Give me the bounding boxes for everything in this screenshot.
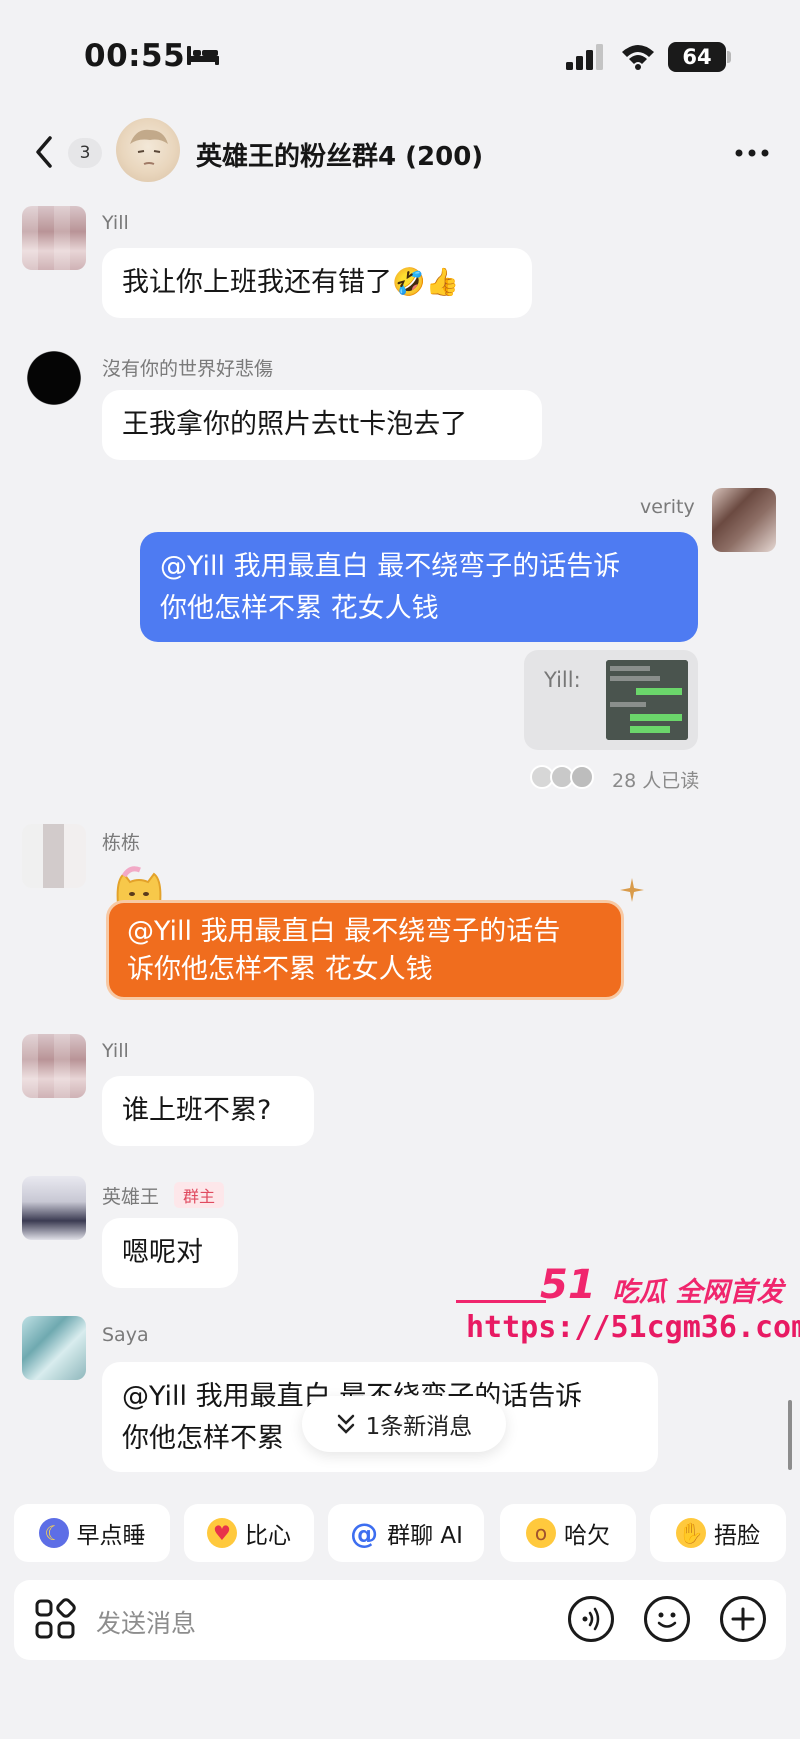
avatar[interactable] [22,1316,86,1380]
sender-name: Yill [102,212,129,234]
avatar[interactable] [22,346,86,410]
double-chevron-down-icon [337,1414,354,1434]
quick-reply-label: 早点睡 [76,1523,146,1549]
message-text-line: 你他怎样不累 花女人钱 [160,593,439,624]
message-bubble[interactable]: 我让你上班我还有错了🤣👍 [102,248,532,318]
chat-screenshot-thumbnail[interactable] [606,660,688,740]
sender-name: 沒有你的世界好悲傷 [102,358,274,380]
quick-reply-sleep[interactable]: ☾ 早点睡 [14,1504,170,1562]
message-text: 嗯呢对 [122,1237,203,1268]
avatar[interactable] [22,1034,86,1098]
quick-reply-heart[interactable]: ♥ 比心 [184,1504,314,1562]
quick-reply-facepalm[interactable]: ✋ 捂脸 [650,1504,786,1562]
bed-icon [187,46,219,65]
quick-reply-group-ai[interactable]: @ 群聊 AI [328,1504,484,1562]
message-text: 我让你上班我还有错了🤣👍 [122,267,460,298]
at-icon: @ [350,1516,379,1550]
sender-name: verity [640,496,695,518]
read-receipt[interactable]: 28 人已读 [612,766,699,793]
quick-reply-label: 比心 [245,1523,291,1549]
add-button[interactable] [720,1596,766,1642]
avatar[interactable] [22,1176,86,1240]
smiley-icon [657,1612,677,1628]
watermark-line [456,1300,546,1303]
new-messages-label: 1条新消息 [365,1414,473,1440]
group-title[interactable]: 英雄王的粉丝群4 (200) [196,136,483,173]
sender-name: Yill [102,1040,129,1062]
message-text-line: 诉你他怎样不累 花女人钱 [127,954,433,985]
more-options-icon[interactable] [734,148,770,158]
facepalm-emoji-icon: ✋ [676,1518,706,1548]
message-bubble[interactable]: @Yill 我用最直白 最不绕弯子的话告 诉你他怎样不累 花女人钱 [106,900,624,1000]
battery-indicator: 64 [668,42,726,72]
wifi-icon [622,45,654,70]
voice-button[interactable] [568,1596,614,1642]
watermark-brand: 51 [540,1262,596,1308]
yawn-emoji-icon: o [526,1518,556,1548]
message-bubble[interactable]: 谁上班不累? [102,1076,314,1146]
message-bubble[interactable]: 王我拿你的照片去tt卡泡去了 [102,390,542,460]
avatar[interactable] [712,488,776,552]
battery-tip [727,51,731,63]
back-arrow-icon[interactable] [28,132,60,172]
cellular-signal-icon [566,44,603,70]
message-text: 谁上班不累? [122,1095,272,1126]
message-bubble[interactable]: 嗯呢对 [102,1218,238,1288]
message-text-line: @Yill 我用最直白 最不绕弯子的话告诉 [160,551,621,582]
quick-reply-label: 群聊 AI [387,1523,463,1549]
avatar[interactable] [22,206,86,270]
sleep-emoji-icon: ☾ [38,1518,69,1548]
heart-hand-emoji-icon: ♥ [207,1518,237,1548]
message-bubble[interactable]: @Yill 我用最直白 最不绕弯子的话告诉 你他怎样不累 花女人钱 [140,532,698,642]
sender-name: 英雄王 [102,1186,160,1208]
quick-reply-label: 捂脸 [714,1523,760,1549]
scrollbar-thumb[interactable] [788,1400,792,1470]
status-time: 00:55 [84,38,186,74]
message-input[interactable]: 发送消息 [96,1604,196,1640]
sender-name: 栋栋 [102,832,141,854]
reader-avatars[interactable] [530,764,610,790]
voice-wave-icon [582,1607,600,1631]
unread-count-badge[interactable]: 3 [68,138,102,168]
message-text-line: @Yill 我用最直白 最不绕弯子的话告 [127,916,561,947]
apps-grid-icon[interactable] [34,1598,76,1640]
quick-reply-label: 哈欠 [564,1523,610,1549]
group-avatar[interactable] [116,118,180,182]
message-text: 王我拿你的照片去tt卡泡去了 [122,409,468,440]
quick-reply-yawn[interactable]: o 哈欠 [500,1504,636,1562]
sparkle-icon [620,878,644,902]
group-owner-badge: 群主 [174,1182,225,1208]
image-card-label: Yill: [544,668,581,692]
sender-name: Saya [102,1324,149,1346]
emoji-button[interactable] [644,1596,690,1642]
watermark-title: 吃瓜 全网首发 [612,1277,784,1308]
avatar[interactable] [22,824,86,888]
new-messages-button[interactable]: 1条新消息 [302,1396,506,1452]
plus-icon [731,1607,755,1631]
watermark-url: https://51cgm36.com [466,1310,800,1345]
